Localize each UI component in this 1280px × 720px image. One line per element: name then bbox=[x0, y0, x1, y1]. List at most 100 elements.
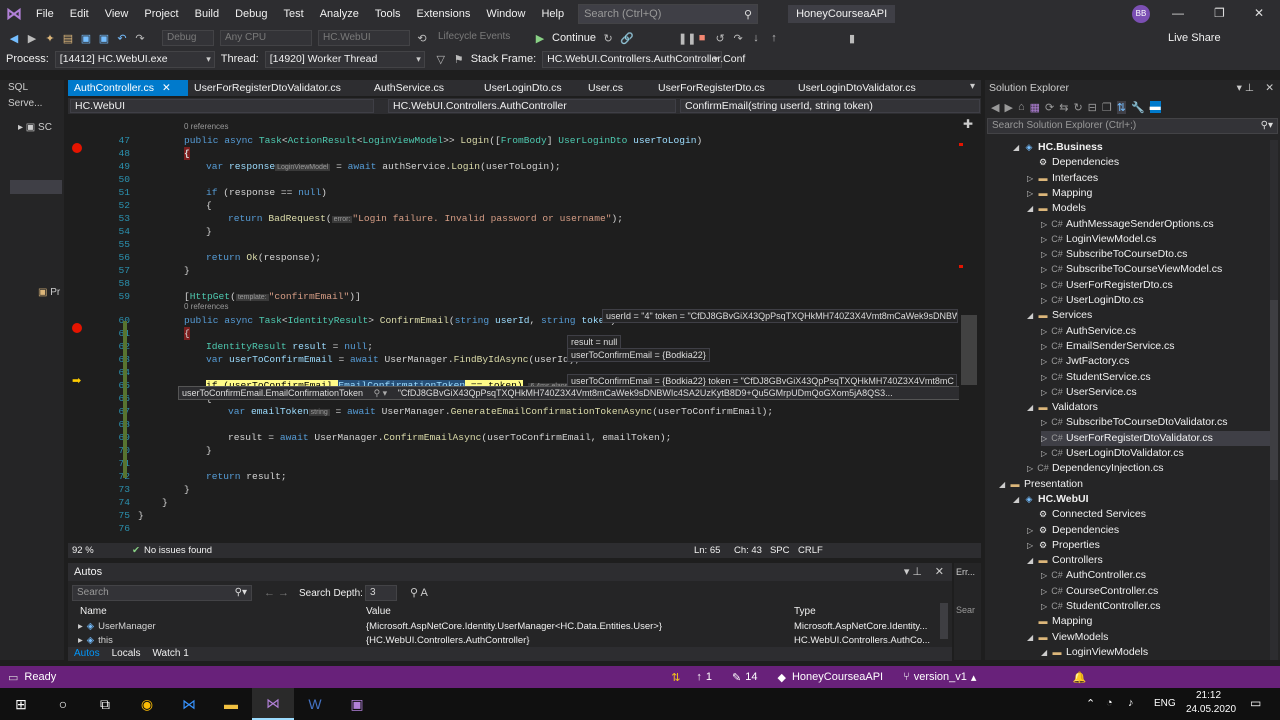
show-all-icon[interactable]: ❐ bbox=[1102, 101, 1112, 114]
code-line[interactable]: 57} bbox=[68, 264, 959, 277]
tree-node[interactable]: ▷ C# JwtFactory.cs bbox=[1041, 354, 1129, 369]
collapsed-arrow-icon[interactable]: ▷ bbox=[1041, 262, 1051, 277]
column-value-header[interactable]: Value bbox=[366, 605, 391, 619]
tree-node[interactable]: ▷ C# SubscribeToCourseDtoValidator.cs bbox=[1041, 415, 1227, 430]
filter-icon[interactable]: ▽ bbox=[435, 53, 447, 66]
menu-window[interactable]: Window bbox=[478, 0, 533, 28]
autos-row[interactable]: ▸ ◈ UserManager bbox=[78, 620, 368, 633]
code-line[interactable]: 71 bbox=[68, 457, 959, 470]
column-name-header[interactable]: Name bbox=[80, 605, 107, 619]
merge-icon[interactable]: ⇅ bbox=[671, 671, 680, 684]
nav-back-icon[interactable]: ← → bbox=[264, 587, 289, 599]
project-nav-dropdown[interactable]: HC.WebUI bbox=[70, 99, 374, 113]
open-folder-icon[interactable]: ▤ bbox=[62, 32, 74, 45]
pause-icon[interactable]: ❚❚ bbox=[678, 32, 696, 45]
step-over-icon[interactable]: ↷ bbox=[732, 32, 744, 45]
tree-node[interactable]: ▷ C# EmailSenderService.cs bbox=[1041, 339, 1175, 354]
new-item-icon[interactable]: ✦ bbox=[44, 32, 56, 45]
tab-user-cs[interactable]: User.cs bbox=[582, 80, 652, 96]
collapsed-arrow-icon[interactable]: ▷ bbox=[1041, 293, 1051, 308]
tree-node[interactable]: ▷ C# UserLoginDto.cs bbox=[1041, 293, 1144, 308]
collapsed-arrow-icon[interactable]: ▷ bbox=[1027, 523, 1037, 538]
collapsed-arrow-icon[interactable]: ▷ bbox=[1041, 385, 1051, 400]
continue-icon[interactable]: ▶ bbox=[534, 32, 546, 45]
code-line[interactable]: 69result = await UserManager.ConfirmEmai… bbox=[68, 431, 959, 444]
clock-date[interactable]: 24.05.2020 bbox=[1186, 704, 1236, 715]
zoom-level[interactable]: 92 % bbox=[72, 545, 128, 556]
code-line[interactable]: 70} bbox=[68, 444, 959, 457]
collapsed-arrow-icon[interactable]: ▷ bbox=[1041, 324, 1051, 339]
expanded-arrow-icon[interactable]: ◢ bbox=[1041, 645, 1051, 660]
split-icon[interactable]: ✚ bbox=[963, 117, 973, 131]
tab-userlogindtovalidator-cs[interactable]: UserLoginDtoValidator.cs bbox=[792, 80, 932, 96]
error-list-search[interactable]: Sear bbox=[956, 605, 975, 615]
issues-indicator[interactable]: No issues found bbox=[144, 545, 294, 556]
sql-tree-item[interactable]: ▸ ▣ SC bbox=[18, 122, 52, 133]
tree-node[interactable]: ◢ ▬ Services bbox=[1027, 308, 1092, 323]
expanded-arrow-icon[interactable]: ◢ bbox=[1013, 492, 1023, 507]
collapsed-arrow-icon[interactable]: ▷ bbox=[1027, 461, 1037, 476]
menu-extensions[interactable]: Extensions bbox=[409, 0, 479, 28]
tree-node[interactable]: ◢ ▬ Validators bbox=[1027, 400, 1098, 415]
code-line[interactable]: 74} bbox=[68, 496, 959, 509]
tree-node[interactable]: ◢ ▬ ViewModels bbox=[1027, 630, 1108, 645]
expanded-arrow-icon[interactable]: ◢ bbox=[1027, 630, 1037, 645]
collapsed-arrow-icon[interactable]: ▷ bbox=[1041, 568, 1051, 583]
references-codelens[interactable]: 0 references bbox=[184, 302, 228, 311]
collapsed-arrow-icon[interactable]: ▷ bbox=[1041, 278, 1051, 293]
menu-project[interactable]: Project bbox=[136, 0, 186, 28]
push-icon[interactable]: ↑ bbox=[696, 671, 702, 683]
autos-value[interactable]: {HC.WebUI.Controllers.AuthController} bbox=[366, 634, 790, 647]
solution-search-input[interactable]: Search Solution Explorer (Ctrl+;) ⚲▾ bbox=[987, 118, 1278, 134]
tree-node[interactable]: ▷ C# CourseController.cs bbox=[1041, 584, 1158, 599]
collapsed-arrow-icon[interactable]: ▷ bbox=[1041, 232, 1051, 247]
tree-node[interactable]: ▷ C# AuthMessageSenderOptions.cs bbox=[1041, 217, 1214, 232]
code-line[interactable]: 56 return Ok(response); bbox=[68, 251, 959, 264]
flag-icon[interactable]: ⚑ bbox=[453, 53, 465, 66]
code-line[interactable]: 50 bbox=[68, 173, 959, 186]
tree-node[interactable]: ⚙ Dependencies bbox=[1027, 155, 1119, 170]
autos-row[interactable]: ▸ ◈ this bbox=[78, 634, 368, 647]
maximize-icon[interactable]: ❐ bbox=[1214, 6, 1225, 20]
step-into-icon[interactable]: ↓ bbox=[750, 32, 762, 44]
tree-node[interactable]: ▷ ▬ Interfaces bbox=[1027, 171, 1098, 186]
tab-userforregisterdto-cs[interactable]: UserForRegisterDto.cs bbox=[652, 80, 792, 96]
changes-count[interactable]: 14 bbox=[745, 671, 757, 683]
tree-node[interactable]: ▷ ▬ Mapping bbox=[1027, 186, 1092, 201]
collapsed-arrow-icon[interactable]: ▷ bbox=[1041, 370, 1051, 385]
code-line[interactable]: 55 bbox=[68, 238, 959, 251]
collapsed-arrow-icon[interactable]: ▷ bbox=[1027, 186, 1037, 201]
tree-node[interactable]: ⚙ Connected Services bbox=[1027, 507, 1146, 522]
code-line[interactable]: 67var emailTokenstring = await UserManag… bbox=[68, 405, 959, 418]
collapsed-arrow-icon[interactable]: ▷ bbox=[1041, 431, 1051, 446]
tray-chevron-icon[interactable]: ⌃ bbox=[1086, 697, 1095, 710]
menu-edit[interactable]: Edit bbox=[62, 0, 97, 28]
expanded-arrow-icon[interactable]: ◢ bbox=[1027, 553, 1037, 568]
minimize-icon[interactable]: — bbox=[1172, 6, 1184, 20]
menu-view[interactable]: View bbox=[97, 0, 137, 28]
tree-node[interactable]: ▷ C# StudentService.cs bbox=[1041, 370, 1151, 385]
chevron-up-icon[interactable]: ▴ bbox=[971, 671, 977, 684]
save-icon[interactable]: ▣ bbox=[80, 32, 92, 45]
windows-start-icon[interactable]: ⊞ bbox=[0, 688, 42, 720]
code-line[interactable]: 62IdentityResult result = null; bbox=[68, 340, 959, 353]
menu-file[interactable]: File bbox=[28, 0, 62, 28]
editor-scrollbar[interactable]: ✚ bbox=[959, 115, 981, 543]
stop-icon[interactable]: ■ bbox=[696, 32, 708, 44]
member-nav-dropdown[interactable]: ConfirmEmail(string userId, string token… bbox=[680, 99, 980, 113]
save-all-icon[interactable]: ▣ bbox=[98, 32, 110, 45]
collapse-all-icon[interactable]: ⊟ bbox=[1088, 101, 1097, 114]
undo-icon[interactable]: ↶ bbox=[116, 32, 128, 45]
chrome-icon[interactable]: ◉ bbox=[126, 688, 168, 720]
menu-analyze[interactable]: Analyze bbox=[312, 0, 367, 28]
code-line[interactable]: 54} bbox=[68, 225, 959, 238]
collapsed-arrow-icon[interactable]: ▷ bbox=[1041, 599, 1051, 614]
tree-node[interactable]: ▷ ⚙ Properties bbox=[1027, 538, 1100, 553]
tab-userforregisterdtovalidator-cs[interactable]: UserForRegisterDtoValidator.cs bbox=[188, 80, 368, 96]
search-icon[interactable]: ○ bbox=[42, 688, 84, 720]
tree-node[interactable]: ▷ C# UserForRegisterDto.cs bbox=[1041, 278, 1173, 293]
expand-icon[interactable]: ▸ bbox=[78, 621, 83, 632]
stack-frame-dropdown[interactable]: HC.WebUI.Controllers.AuthController.Conf bbox=[542, 50, 745, 68]
tree-node[interactable]: ▷ ⚙ Dependencies bbox=[1027, 523, 1119, 538]
expanded-arrow-icon[interactable]: ◢ bbox=[999, 477, 1009, 492]
